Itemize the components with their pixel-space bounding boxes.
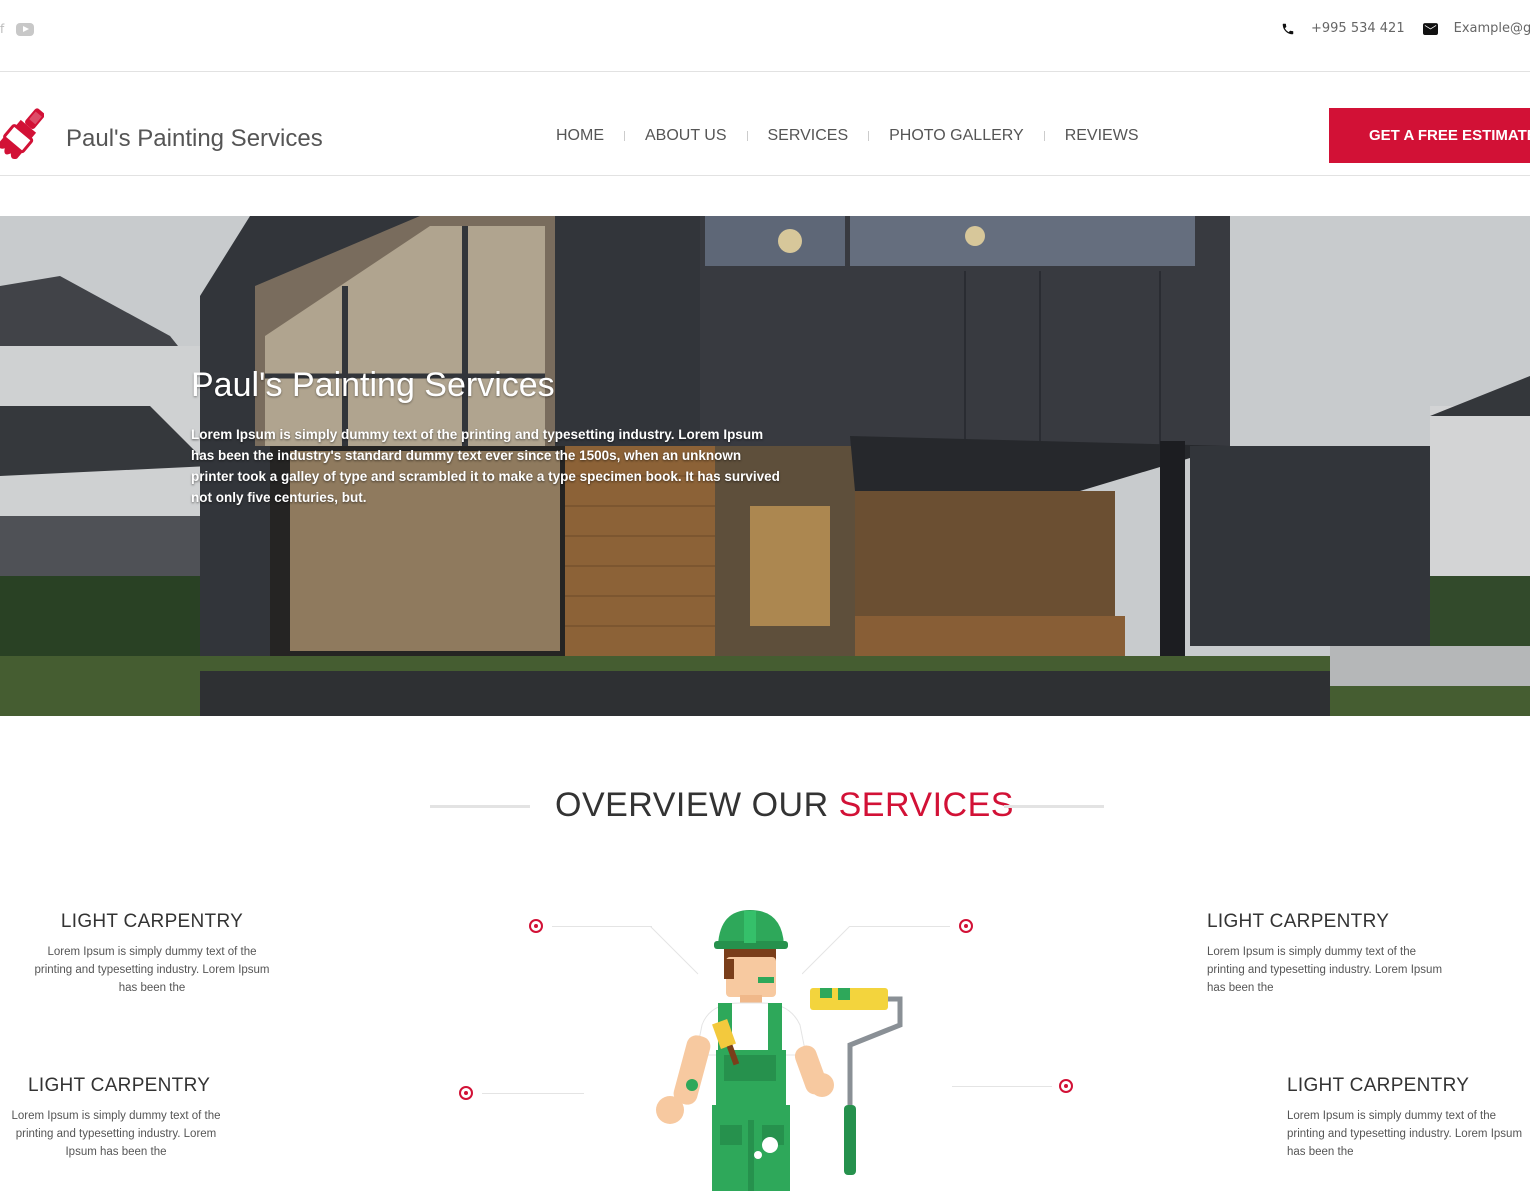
service-title: LIGHT CARPENTRY [1207,911,1390,932]
service-item-bottom-right: LIGHT CARPENTRY Lorem Ipsum is simply du… [1287,1075,1527,1161]
nav-home[interactable]: HOME [536,127,624,145]
services-heading: OVERVIEW OUR SERVICES [430,786,1104,830]
site-header: Paul's Painting Services HOME ABOUT US S… [0,72,1530,176]
services-title-accent: SERVICES [838,786,1014,824]
hero-banner: Paul's Painting Services Lorem Ipsum is … [0,216,1530,716]
phone-number[interactable]: +995 534 421 [1311,21,1405,36]
email-address[interactable]: Example@gma [1454,21,1530,36]
service-item-top-left: LIGHT CARPENTRY Lorem Ipsum is simply du… [32,911,272,997]
paintbrush-logo-icon[interactable] [0,104,44,166]
top-bar: f +995 534 421 Example@gma [0,0,1530,72]
service-item-bottom-left: LIGHT CARPENTRY Lorem Ipsum is simply du… [0,1075,232,1161]
nav-photo-gallery[interactable]: PHOTO GALLERY [869,127,1044,145]
service-title: LIGHT CARPENTRY [28,1075,211,1096]
main-nav: HOME ABOUT US SERVICES PHOTO GALLERY REV… [536,127,1159,145]
contact-info: +995 534 421 Example@gma [1281,21,1530,36]
target-dot-icon[interactable] [459,1086,473,1100]
heading-divider-left [430,805,530,808]
hero-title: Paul's Painting Services [191,366,555,404]
services-title: OVERVIEW OUR SERVICES [555,786,1014,825]
target-dot-icon[interactable] [529,919,543,933]
connector-line [952,1086,1052,1087]
free-estimate-button[interactable]: GET A FREE ESTIMATE [1329,108,1530,163]
service-title: LIGHT CARPENTRY [60,911,244,932]
connector-line [482,1093,584,1094]
youtube-icon[interactable] [16,22,34,36]
service-text: Lorem Ipsum is simply dummy text of the … [1287,1110,1523,1158]
target-dot-icon[interactable] [1059,1079,1073,1093]
mail-icon [1422,22,1438,35]
service-text: Lorem Ipsum is simply dummy text of the … [34,946,270,994]
service-text: Lorem Ipsum is simply dummy text of the … [1207,946,1443,994]
heading-divider-right [1004,805,1104,808]
hero-description: Lorem Ipsum is simply dummy text of the … [191,427,780,505]
nav-reviews[interactable]: REVIEWS [1045,127,1159,145]
service-text: Lorem Ipsum is simply dummy text of the … [11,1110,221,1158]
phone-icon [1282,23,1294,34]
nav-services[interactable]: SERVICES [748,127,869,145]
service-title: LIGHT CARPENTRY [1287,1075,1470,1096]
painter-illustration [656,910,903,1191]
connector-line [552,926,652,927]
services-title-main: OVERVIEW OUR [555,786,839,824]
facebook-icon[interactable]: f [0,22,6,36]
nav-about-us[interactable]: ABOUT US [625,127,747,145]
brand-name[interactable]: Paul's Painting Services [66,125,323,153]
social-links: f [0,22,34,36]
service-item-top-right: LIGHT CARPENTRY Lorem Ipsum is simply du… [1207,911,1447,997]
target-dot-icon[interactable] [959,919,973,933]
